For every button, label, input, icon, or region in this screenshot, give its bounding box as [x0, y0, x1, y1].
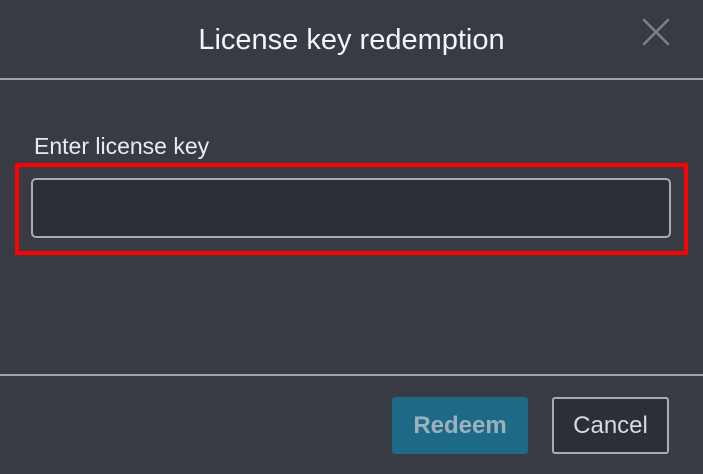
dialog-body: Enter license key — [0, 80, 703, 374]
cancel-button[interactable]: Cancel — [552, 397, 669, 454]
dialog-footer: Redeem Cancel — [0, 374, 703, 474]
license-key-label: Enter license key — [34, 133, 210, 159]
dialog-title: License key redemption — [198, 24, 505, 56]
close-icon[interactable] — [642, 18, 670, 46]
license-key-input[interactable] — [31, 178, 671, 238]
dialog-header: License key redemption — [0, 0, 703, 80]
redeem-button[interactable]: Redeem — [392, 397, 528, 454]
license-key-dialog: License key redemption Enter license key… — [0, 0, 703, 474]
